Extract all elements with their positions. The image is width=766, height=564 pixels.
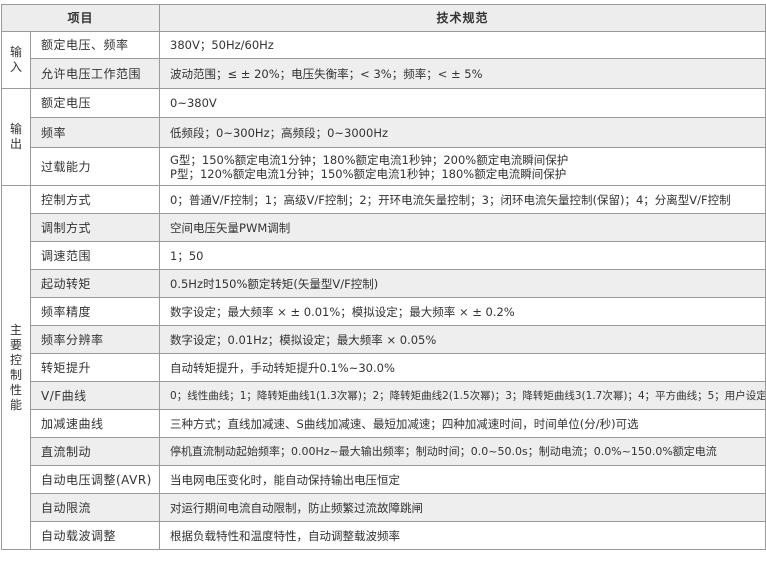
group-output-label: 输出 xyxy=(9,122,22,151)
row-item: 转矩提升 xyxy=(29,353,161,382)
table-row: 直流制动 停机直流制动起始频率；0.00Hz~最大输出频率；制动时间；0.0~5… xyxy=(2,437,766,466)
group-input-label: 输入 xyxy=(9,45,22,74)
row-item: 额定电压、频率 xyxy=(29,31,161,59)
row-item: 自动限流 xyxy=(29,493,161,522)
row-value: G型；150%额定电流1分钟；180%额定电流1秒钟；200%额定电流瞬间保护 P… xyxy=(159,147,766,186)
row-item: 允许电压工作范围 xyxy=(29,58,161,89)
table-row: 频率 低频段；0~300Hz；高频段；0~3000Hz xyxy=(2,117,766,148)
row-item: 调速范围 xyxy=(29,241,161,270)
table-row: 频率分辨率 数字设定；0.01Hz；模拟设定；最大频率 × 0.05% xyxy=(2,325,766,354)
table-row: 自动限流 对运行期间电流自动限制，防止频繁过流故障跳闸 xyxy=(2,493,766,522)
header-row: 项目 技术规范 xyxy=(0,4,766,32)
row-item: V/F曲线 xyxy=(29,381,161,410)
row-item: 频率精度 xyxy=(29,297,161,326)
table-row: 起动转矩 0.5Hz时150%额定转矩(矢量型V/F控制) xyxy=(2,269,766,298)
header-item: 项目 xyxy=(0,4,161,32)
table-row: 过载能力 G型；150%额定电流1分钟；180%额定电流1秒钟；200%额定电流… xyxy=(2,147,766,186)
row-value: 三种方式；直线加减速、S曲线加减速、最短加减速；四种加减速时间，时间单位(分/秒… xyxy=(159,409,766,438)
spec-table: 项目 技术规范 输入 额定电压、频率 380V；50Hz/60Hz 允许电压工作… xyxy=(0,4,766,550)
table-row: 允许电压工作范围 波动范围；≤ ± 20%；电压失衡率；< 3%；频率；< ± … xyxy=(2,58,766,89)
row-item: 自动载波调整 xyxy=(29,521,161,550)
row-value: 0~380V xyxy=(159,88,766,118)
row-value: 0；普通V/F控制；1；高级V/F控制；2；开环电流矢量控制；3；闭环电流矢量控… xyxy=(159,185,766,214)
row-item: 起动转矩 xyxy=(29,269,161,298)
table-row: 加减速曲线 三种方式；直线加减速、S曲线加减速、最短加减速；四种加减速时间，时间… xyxy=(2,409,766,438)
row-value: 停机直流制动起始频率；0.00Hz~最大输出频率；制动时间；0.0~50.0s；… xyxy=(159,437,766,466)
table-row: 自动电压调整(AVR) 当电网电压变化时，能自动保持输出电压恒定 xyxy=(2,465,766,494)
row-value: 数字设定；最大频率 × ± 0.01%；模拟设定；最大频率 × ± 0.2% xyxy=(159,297,766,326)
group-control-label: 主要控制性能 xyxy=(9,322,22,412)
row-value: 空间电压矢量PWM调制 xyxy=(159,213,766,242)
row-value: 380V；50Hz/60Hz xyxy=(159,31,766,59)
row-value: 对运行期间电流自动限制，防止频繁过流故障跳闸 xyxy=(159,493,766,522)
group-input: 输入 xyxy=(1,31,31,89)
table-row: 调速范围 1；50 xyxy=(2,241,766,270)
row-item: 直流制动 xyxy=(29,437,161,466)
header-spec: 技术规范 xyxy=(159,4,766,32)
row-value: 根据负载特性和温度特性，自动调整载波频率 xyxy=(159,521,766,550)
row-value: 低频段；0~300Hz；高频段；0~3000Hz xyxy=(159,117,766,148)
group-control: 主要控制性能 xyxy=(1,185,31,550)
table-row: 频率精度 数字设定；最大频率 × ± 0.01%；模拟设定；最大频率 × ± 0… xyxy=(2,297,766,326)
row-value: 波动范围；≤ ± 20%；电压失衡率；< 3%；频率；< ± 5% xyxy=(159,58,766,89)
row-item: 自动电压调整(AVR) xyxy=(29,465,161,494)
row-item: 加减速曲线 xyxy=(29,409,161,438)
table-row: V/F曲线 0；线性曲线；1；降转矩曲线1(1.3次幂)；2；降转矩曲线2(1.… xyxy=(2,381,766,410)
table-row: 转矩提升 自动转矩提升，手动转矩提升0.1%~30.0% xyxy=(2,353,766,382)
table-row: 调制方式 空间电压矢量PWM调制 xyxy=(2,213,766,242)
table-row: 主要控制性能 控制方式 0；普通V/F控制；1；高级V/F控制；2；开环电流矢量… xyxy=(1,185,766,550)
group-output: 输出 xyxy=(1,88,31,186)
table-row: 输出 额定电压 0~380V xyxy=(1,88,766,186)
row-item: 额定电压 xyxy=(29,88,161,118)
row-value: 0；线性曲线；1；降转矩曲线1(1.3次幂)；2；降转矩曲线2(1.5次幂)；3… xyxy=(159,381,766,410)
row-item: 频率分辨率 xyxy=(29,325,161,354)
row-value: 自动转矩提升，手动转矩提升0.1%~30.0% xyxy=(159,353,766,382)
overload-p: P型；120%额定电流1分钟；150%额定电流1秒钟；180%额定电流瞬间保护 xyxy=(170,166,567,181)
row-item: 控制方式 xyxy=(29,185,161,214)
table-row: 输入 额定电压、频率 380V；50Hz/60Hz xyxy=(1,31,766,89)
row-value: 1；50 xyxy=(159,241,766,270)
row-value: 0.5Hz时150%额定转矩(矢量型V/F控制) xyxy=(159,269,766,298)
overload-g: G型；150%额定电流1分钟；180%额定电流1秒钟；200%额定电流瞬间保护 xyxy=(170,152,569,167)
table-row: 自动载波调整 根据负载特性和温度特性，自动调整载波频率 xyxy=(2,521,766,550)
row-item: 过载能力 xyxy=(29,147,161,186)
row-item: 调制方式 xyxy=(29,213,161,242)
row-value: 数字设定；0.01Hz；模拟设定；最大频率 × 0.05% xyxy=(159,325,766,354)
row-value: 当电网电压变化时，能自动保持输出电压恒定 xyxy=(159,465,766,494)
row-item: 频率 xyxy=(29,117,161,148)
